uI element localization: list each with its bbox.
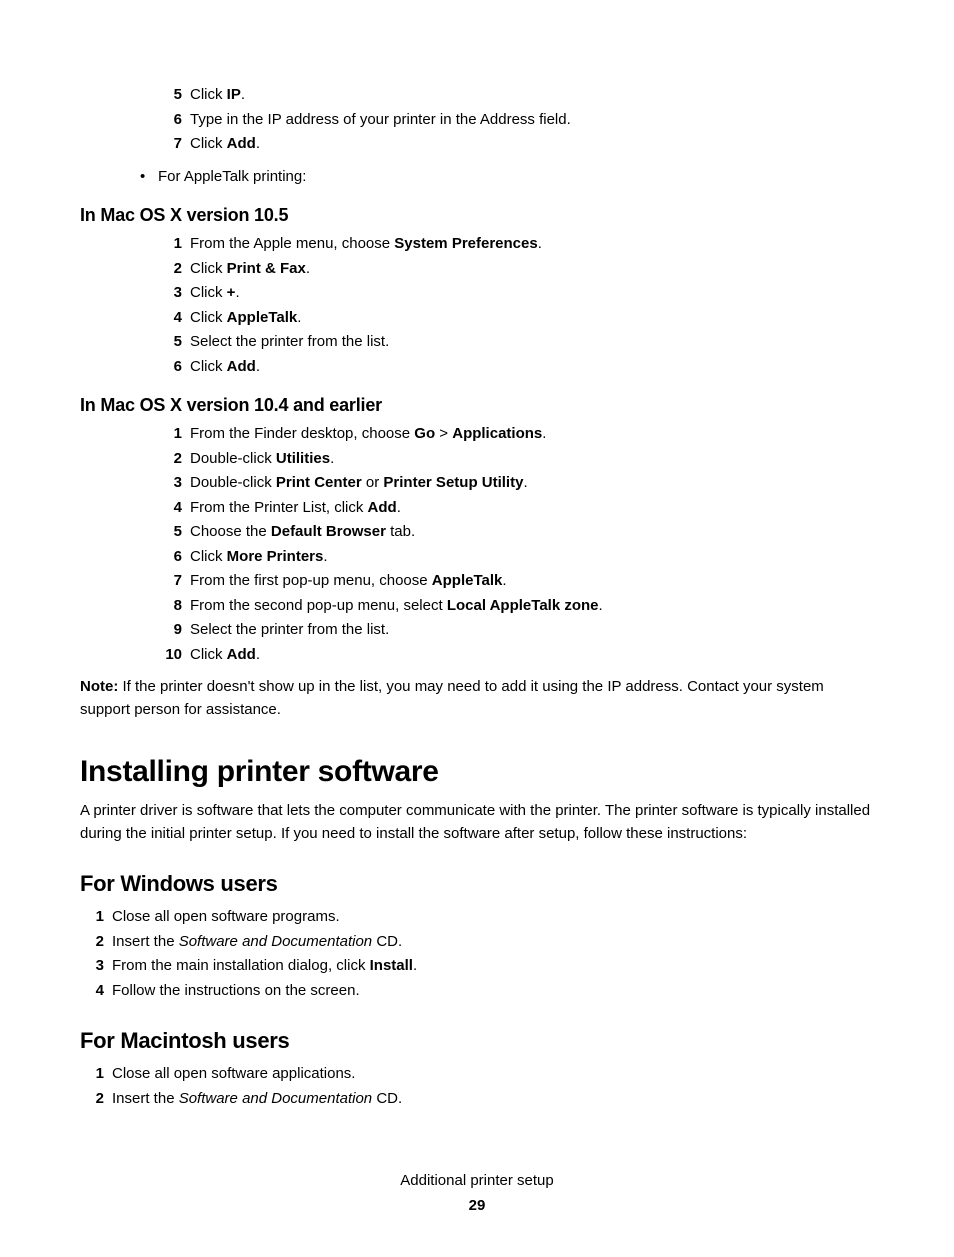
list-item-number: 5 [158,521,182,544]
list-item-text: Double-click Print Center or Printer Set… [190,472,528,495]
list-item: 4 From the Printer List, click Add. [158,497,874,520]
list-windows: 1 Close all open software programs. 2 Inser… [80,906,874,1002]
list-macintosh: 1 Close all open software applications. 2I… [80,1063,874,1110]
note-label: Note: [80,678,118,695]
note-text: If the printer doesn't show up in the li… [80,678,824,718]
list-macosx-104: 1 From the Finder desktop, choose Go > Ap… [158,423,874,666]
list-item-text: Click Add. [190,356,260,379]
list-item-number: 3 [158,282,182,305]
list-item: 6 Type in the IP address of your printer … [158,109,874,132]
list-item-number: 5 [158,331,182,354]
list-item-text: Select the printer from the list. [190,619,389,642]
list-item-text: Select the printer from the list. [190,331,389,354]
list-item-text: From the second pop-up menu, select Loca… [190,595,603,618]
list-item: 3 Double-click Print Center or Printer Se… [158,472,874,495]
list-item: 3 Click +. [158,282,874,305]
list-item-number: 1 [80,1063,104,1086]
list-item: 7 Click Add. [158,133,874,156]
list-item-number: 1 [158,233,182,256]
bullet-text: For AppleTalk printing: [158,166,306,189]
footer-section-title: Additional printer setup [80,1170,874,1193]
list-item-text: Close all open software programs. [112,906,340,929]
list-item-number: 3 [80,955,104,978]
list-item: 4 Click AppleTalk. [158,307,874,330]
heading-macosx-105: In Mac OS X version 10.5 [80,202,874,229]
list-item-text: Click IP. [190,84,245,107]
list-item: 9 Select the printer from the list. [158,619,874,642]
list-item-number: 6 [158,546,182,569]
list-item-text: From the first pop-up menu, choose Apple… [190,570,507,593]
list-item-text: Insert the Software and Documentation CD… [112,1088,402,1111]
list-item: 2 Insert the Software and Documentation C… [80,1088,874,1111]
bullet-appletalk: • For AppleTalk printing: [140,166,874,189]
list-item: 2 Insert the Software and Documentation C… [80,931,874,954]
list-item-number: 4 [158,497,182,520]
list-item-number: 7 [158,570,182,593]
heading-installing-printer-software: Installing printer software [80,749,874,794]
list-item-number: 3 [158,472,182,495]
heading-macosx-104: In Mac OS X version 10.4 and earlier [80,392,874,419]
list-item: 3 From the main installation dialog, clic… [80,955,874,978]
list-item: 1 Close all open software applications. [80,1063,874,1086]
list-item: 5 Choose the Default Browser tab. [158,521,874,544]
list-item-number: 4 [158,307,182,330]
list-item-text: From the main installation dialog, click… [112,955,417,978]
list-item-text: Close all open software applications. [112,1063,355,1086]
list-item-number: 2 [158,448,182,471]
list-item-number: 1 [158,423,182,446]
list-item-text: Choose the Default Browser tab. [190,521,415,544]
list-item-text: From the Printer List, click Add. [190,497,401,520]
list-item-number: 6 [158,109,182,132]
list-item-text: Type in the IP address of your printer i… [190,109,571,132]
list-item-number: 1 [80,906,104,929]
list-item: 4 Follow the instructions on the screen. [80,980,874,1003]
list-item: 2 Double-click Utilities. [158,448,874,471]
list-item: 6 Click Add. [158,356,874,379]
list-item: 5 Click IP. [158,84,874,107]
list-item-number: 6 [158,356,182,379]
list-item: 6 Click More Printers. [158,546,874,569]
list-item-number: 10 [158,644,182,667]
list-item-text: Click Add. [190,644,260,667]
list-item-number: 4 [80,980,104,1003]
list-item: 1 From the Finder desktop, choose Go > Ap… [158,423,874,446]
list-item: 1 Close all open software programs. [80,906,874,929]
list-item-text: Click +. [190,282,240,305]
bullet-icon: • [140,166,158,189]
list-item: 8 From the second pop-up menu, select Loc… [158,595,874,618]
list-item-number: 2 [158,258,182,281]
list-item-number: 5 [158,84,182,107]
list-item-number: 2 [80,1088,104,1111]
list-item-text: From the Finder desktop, choose Go > App… [190,423,546,446]
list-item-text: Insert the Software and Documentation CD… [112,931,402,954]
list-item-number: 2 [80,931,104,954]
list-item: 5 Select the printer from the list. [158,331,874,354]
heading-for-macintosh-users: For Macintosh users [80,1024,874,1057]
list-item: 7 From the first pop-up menu, choose Appl… [158,570,874,593]
list-item-number: 9 [158,619,182,642]
page-footer: Additional printer setup 29 [80,1170,874,1217]
intro-paragraph: A printer driver is software that lets t… [80,800,874,845]
list-macosx-105: 1 From the Apple menu, choose System Pref… [158,233,874,378]
list-item-text: Click More Printers. [190,546,328,569]
note-paragraph: Note: If the printer doesn't show up in … [80,676,874,721]
list-item: 10 Click Add. [158,644,874,667]
footer-page-number: 29 [80,1195,874,1218]
list-item-text: Click Print & Fax. [190,258,310,281]
list-item-number: 8 [158,595,182,618]
list-item-text: From the Apple menu, choose System Prefe… [190,233,542,256]
list-item-text: Double-click Utilities. [190,448,334,471]
list-item-text: Click Add. [190,133,260,156]
list-item-text: Click AppleTalk. [190,307,301,330]
list-item-number: 7 [158,133,182,156]
heading-for-windows-users: For Windows users [80,867,874,900]
list-item: 1 From the Apple menu, choose System Pref… [158,233,874,256]
list-top-continuation: 5 Click IP. 6 Type in the IP address of you… [158,84,874,156]
list-item-text: Follow the instructions on the screen. [112,980,360,1003]
list-item: 2 Click Print & Fax. [158,258,874,281]
